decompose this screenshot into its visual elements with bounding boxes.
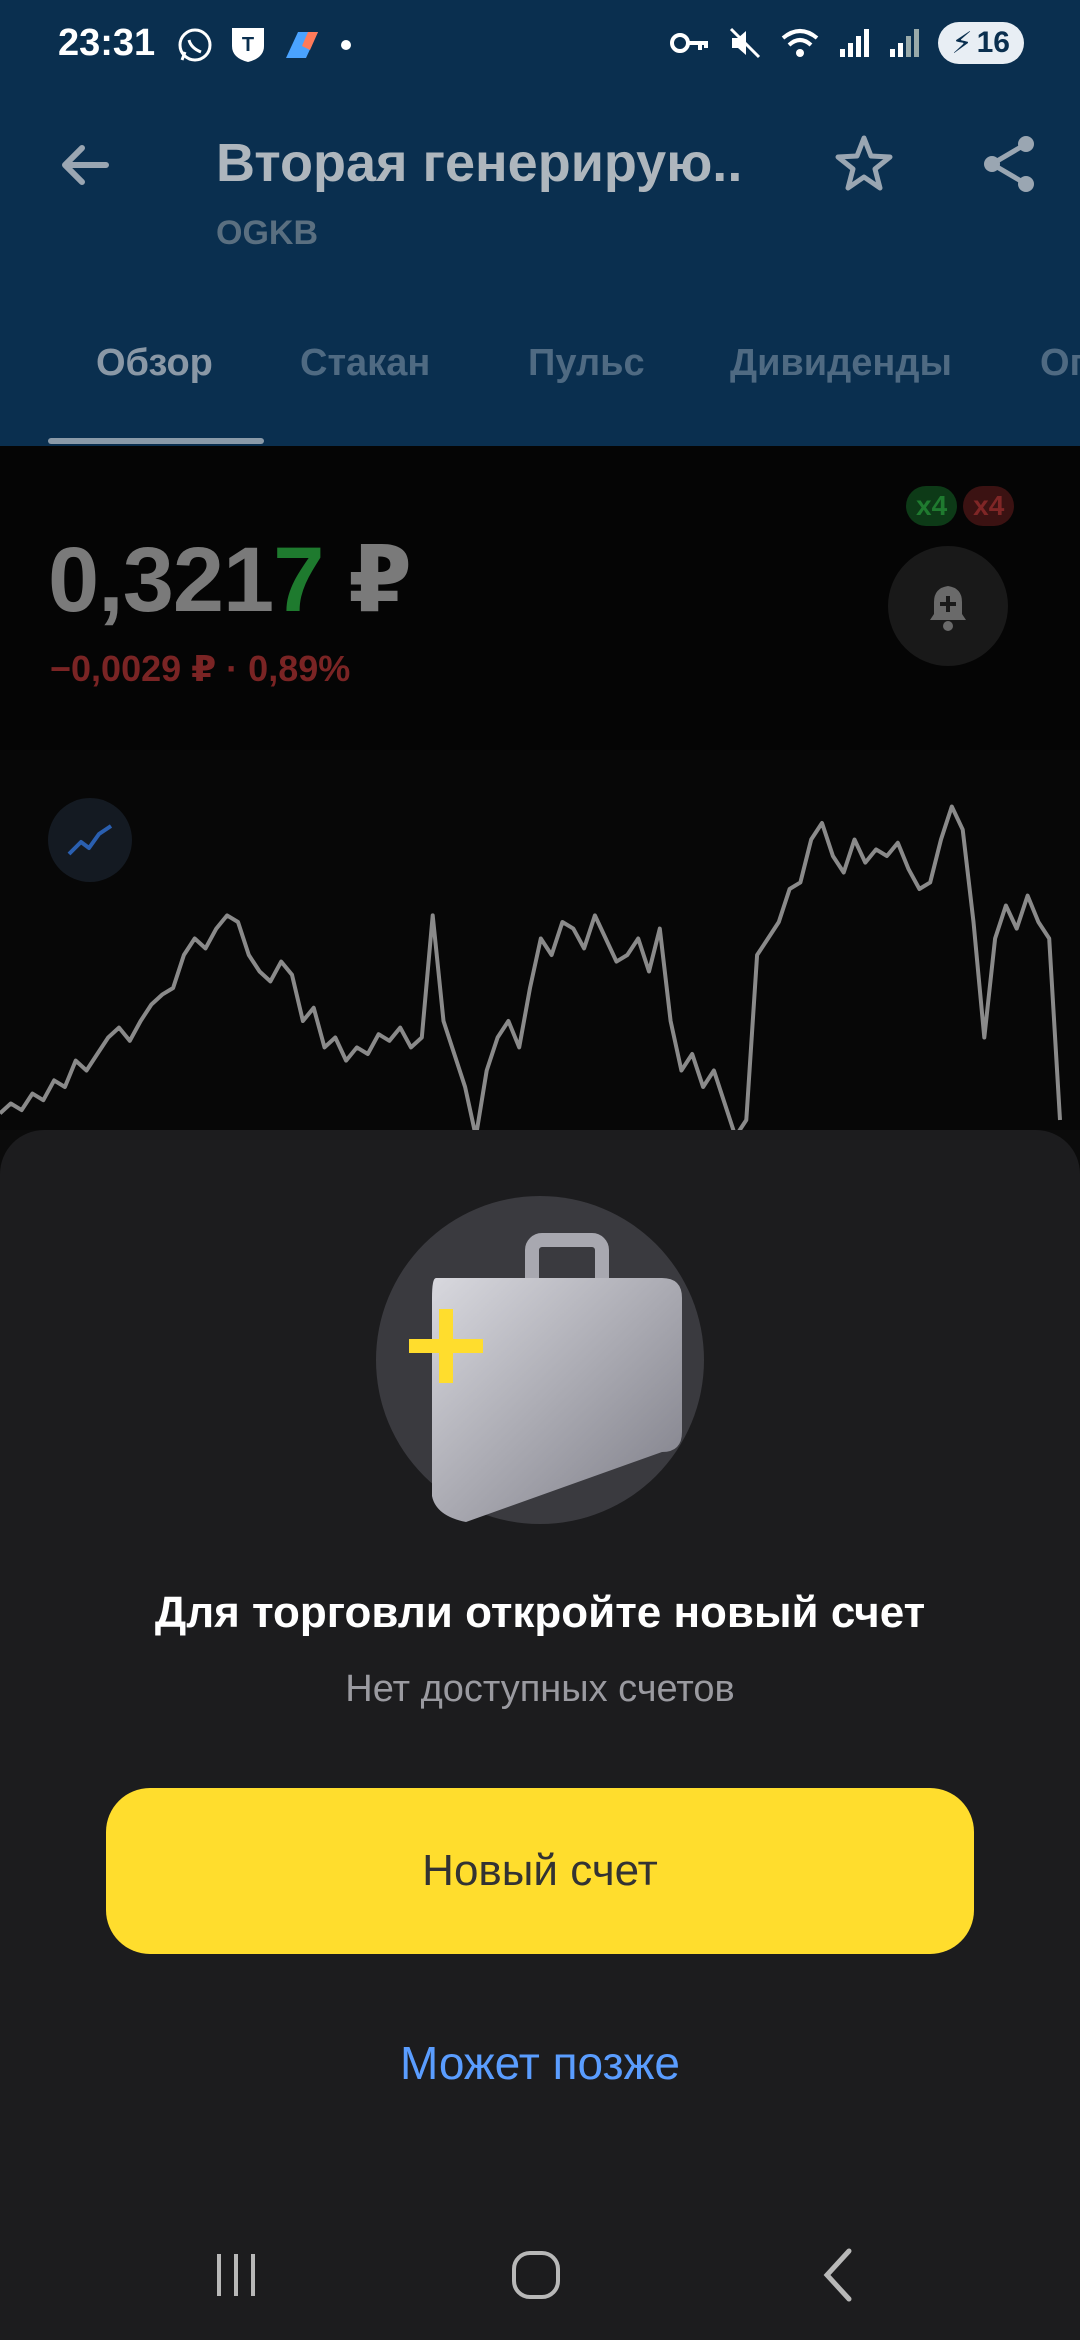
tab-bar: Обзор Стакан Пульс Дивиденды Оп [0,342,1080,446]
favorite-star-icon[interactable] [832,132,896,196]
bolt-icon: ⚡ [951,26,973,60]
maybe-later-link[interactable]: Может позже [0,2036,1080,2090]
price-block: 0,3217 ₽ −0,0029 ₽ · 0,89% x4 x4 [0,446,1080,752]
wifi-icon [781,29,818,57]
page-title: Вторая генерирую.. [216,133,743,193]
price-chart[interactable] [0,750,1080,1130]
sell-leverage-badge: x4 [963,486,1015,526]
app-icon [286,32,318,58]
tab-pulse[interactable]: Пульс [528,342,645,385]
battery-icon: ⚡ 16 [937,22,1024,64]
tab-indicator [48,438,264,444]
back-arrow-icon[interactable] [54,134,116,196]
signal-icon [839,29,869,57]
app-header: Вторая генерирую.. OGKB Обзор Стакан Пул… [0,92,1080,446]
status-left-icons: T [176,26,354,64]
signal-icon [889,29,919,57]
price-alert-button[interactable] [888,546,1008,666]
sheet-subtitle: Нет доступных счетов [345,1668,735,1710]
home-icon [512,2251,560,2299]
sheet-title: Для торговли откройте новый счет [154,1588,926,1637]
price-currency: ₽ [347,529,412,631]
briefcase-plus-icon [376,1196,704,1524]
bell-plus-icon [930,586,966,631]
current-price: 0,3217 ₽ [48,526,412,633]
tab-orderbook[interactable]: Стакан [300,342,430,385]
tab-overview[interactable]: Обзор [96,342,213,385]
status-bar: 23:31 T ⚡ 16 [0,0,1080,92]
chart-plot [0,804,1062,1130]
tab-dividends[interactable]: Дивиденды [730,342,952,385]
ticker-symbol: OGKB [216,214,318,252]
system-nav-bar [0,2210,1080,2340]
home-button[interactable] [486,2240,586,2310]
share-icon[interactable] [978,132,1042,196]
recent-apps-icon [217,2254,255,2296]
recent-apps-button[interactable] [186,2240,286,2310]
price-last-digit: 7 [273,529,324,631]
mute-icon [729,27,760,59]
chevron-left-icon [823,2248,852,2302]
leverage-badges: x4 x4 [906,486,1015,526]
chart-series-line [0,804,1062,1130]
buy-leverage-badge: x4 [906,486,958,526]
vpn-key-icon [669,33,708,53]
battery-level: 16 [976,26,1010,59]
tinkoff-icon: T [232,28,264,62]
open-account-sheet: Для торговли откройте новый счет Нет дос… [0,1130,1080,2340]
dot-icon [341,40,351,50]
whatsapp-icon [178,28,212,62]
status-time: 23:31 [58,22,156,64]
svg-text:T: T [242,34,254,56]
status-right-icons: ⚡ 16 [669,22,1024,64]
back-button[interactable] [790,2240,890,2310]
price-change: −0,0029 ₽ · 0,89% [50,648,351,689]
tab-operations[interactable]: Оп [1040,342,1080,385]
price-main: 0,321 [48,529,274,631]
new-account-button[interactable]: Новый счет [106,1788,974,1954]
